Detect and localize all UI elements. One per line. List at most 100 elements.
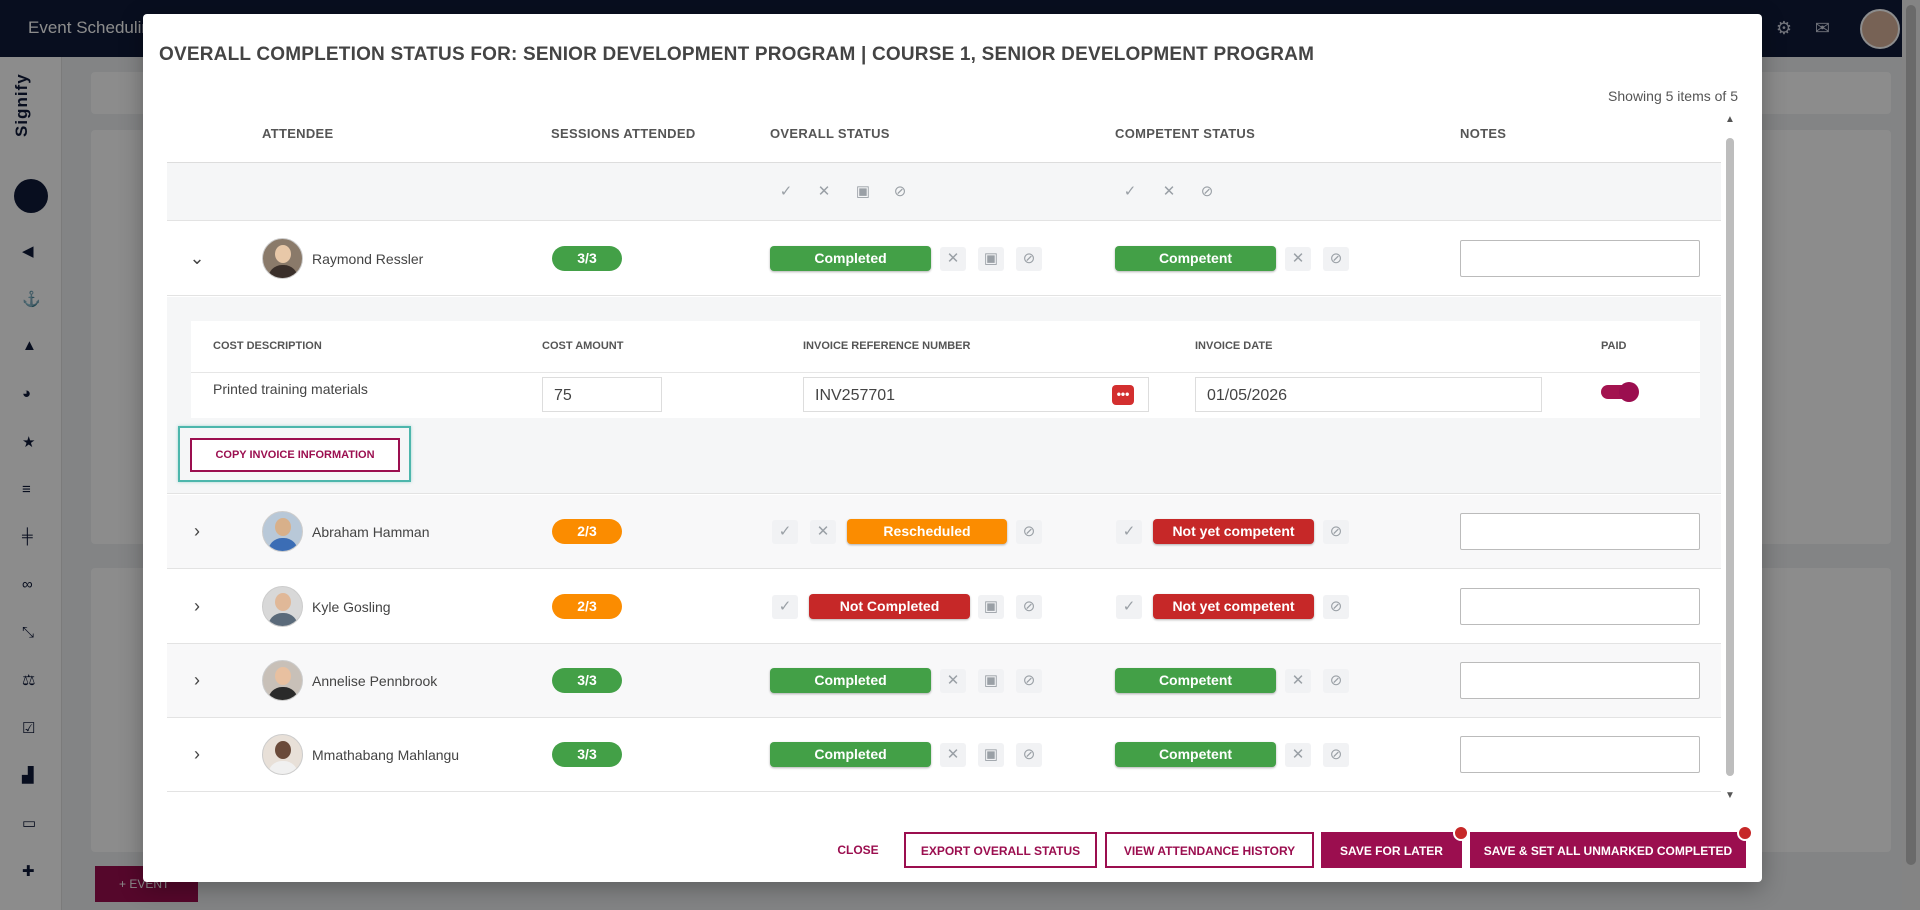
overall-status-badge[interactable]: Not Completed <box>809 594 970 619</box>
competent-status-badge[interactable]: Not yet competent <box>1153 594 1314 619</box>
completion-status-modal: OVERALL COMPLETION STATUS FOR: SENIOR DE… <box>143 14 1762 882</box>
ban-icon[interactable]: ⊘ <box>1016 520 1042 544</box>
attendee-name: Mmathabang Mahlangu <box>312 747 460 763</box>
avatar <box>262 511 303 552</box>
ban-icon[interactable]: ⊘ <box>1016 669 1042 693</box>
close-icon[interactable]: ✕ <box>815 183 833 201</box>
avatar <box>262 734 303 775</box>
modal-title: OVERALL COMPLETION STATUS FOR: SENIOR DE… <box>159 44 1315 65</box>
ban-icon[interactable]: ⊘ <box>1198 183 1216 201</box>
notes-input[interactable] <box>1460 662 1700 699</box>
items-count: Showing 5 items of 5 <box>1608 88 1738 104</box>
chevron-right-icon[interactable]: › <box>187 596 207 616</box>
export-overall-status-button[interactable]: EXPORT OVERALL STATUS <box>904 832 1097 868</box>
cost-header-paid: PAID <box>1601 340 1627 352</box>
cost-details-panel: COST DESCRIPTION COST AMOUNT INVOICE REF… <box>167 297 1721 494</box>
column-header-overall-status[interactable]: OVERALL STATUS <box>770 126 890 141</box>
save-for-later-button[interactable]: SAVE FOR LATER <box>1321 825 1469 868</box>
bulk-action-row: ✓ ✕ ▣ ⊘ ✓ ✕ ⊘ <box>167 163 1721 221</box>
attendee-name: Abraham Hamman <box>312 524 430 540</box>
cost-header-amount: COST AMOUNT <box>542 340 624 352</box>
competent-status-badge[interactable]: Competent <box>1115 742 1276 767</box>
cost-amount-input[interactable]: 75 <box>542 377 662 412</box>
calendar-check-icon[interactable]: ▣ <box>978 247 1004 271</box>
chevron-right-icon[interactable]: › <box>187 670 207 690</box>
competent-status-badge[interactable]: Competent <box>1115 246 1276 271</box>
close-icon[interactable]: ✕ <box>940 247 966 271</box>
notes-input[interactable] <box>1460 240 1700 277</box>
calendar-check-icon[interactable]: ▣ <box>854 183 872 201</box>
close-icon[interactable]: ✕ <box>1160 183 1178 201</box>
column-header-attendee[interactable]: ATTENDEE <box>262 126 334 141</box>
chevron-right-icon[interactable]: › <box>187 744 207 764</box>
ban-icon[interactable]: ⊘ <box>891 183 909 201</box>
check-icon[interactable]: ✓ <box>1116 595 1142 619</box>
table-row: › Annelise Pennbrook 3/3 Completed ✕ ▣ ⊘… <box>167 644 1721 718</box>
avatar <box>262 660 303 701</box>
ban-icon[interactable]: ⊘ <box>1323 743 1349 767</box>
sessions-badge: 3/3 <box>552 246 622 271</box>
more-options-icon[interactable]: ••• <box>1112 385 1134 405</box>
close-icon[interactable]: ✕ <box>1285 743 1311 767</box>
calendar-check-icon[interactable]: ▣ <box>978 743 1004 767</box>
calendar-check-icon[interactable]: ▣ <box>978 669 1004 693</box>
chevron-down-icon[interactable]: ⌄ <box>187 248 207 268</box>
ban-icon[interactable]: ⊘ <box>1016 595 1042 619</box>
close-icon[interactable]: ✕ <box>940 669 966 693</box>
ban-icon[interactable]: ⊘ <box>1323 669 1349 693</box>
attendee-name: Annelise Pennbrook <box>312 673 438 689</box>
grid-scrollbar[interactable]: ▲ ▼ <box>1725 114 1735 804</box>
ban-icon[interactable]: ⊘ <box>1016 743 1042 767</box>
column-header-competent-status[interactable]: COMPETENT STATUS <box>1115 126 1255 141</box>
sessions-badge: 3/3 <box>552 668 622 693</box>
notes-input[interactable] <box>1460 736 1700 773</box>
sessions-badge: 2/3 <box>552 519 622 544</box>
invoice-reference-input[interactable]: INV257701 ••• <box>803 377 1149 412</box>
check-icon[interactable]: ✓ <box>772 595 798 619</box>
ban-icon[interactable]: ⊘ <box>1323 595 1349 619</box>
scroll-up-icon[interactable]: ▲ <box>1725 114 1735 125</box>
close-button[interactable]: CLOSE <box>823 832 893 868</box>
check-icon[interactable]: ✓ <box>1116 520 1142 544</box>
check-icon[interactable]: ✓ <box>1121 183 1139 201</box>
invoice-date-input[interactable]: 01/05/2026 <box>1195 377 1542 412</box>
ban-icon[interactable]: ⊘ <box>1323 520 1349 544</box>
table-row: › Abraham Hamman 2/3 ✓ ✕ Rescheduled ⊘ ✓… <box>167 495 1721 569</box>
notes-input[interactable] <box>1460 513 1700 550</box>
cost-header-invoice-ref: INVOICE REFERENCE NUMBER <box>803 340 971 352</box>
sessions-badge: 3/3 <box>552 742 622 767</box>
calendar-check-icon[interactable]: ▣ <box>978 595 1004 619</box>
table-row: ⌄ Raymond Ressler 3/3 Completed ✕ ▣ ⊘ Co… <box>167 222 1721 296</box>
ban-icon[interactable]: ⊘ <box>1323 247 1349 271</box>
cost-table: COST DESCRIPTION COST AMOUNT INVOICE REF… <box>191 321 1700 418</box>
close-icon[interactable]: ✕ <box>1285 247 1311 271</box>
cost-header-description: COST DESCRIPTION <box>213 340 322 352</box>
attendee-grid: ATTENDEE SESSIONS ATTENDED OVERALL STATU… <box>167 106 1721 794</box>
column-header-sessions[interactable]: SESSIONS ATTENDED <box>551 126 696 141</box>
close-icon[interactable]: ✕ <box>1285 669 1311 693</box>
save-set-all-completed-button[interactable]: SAVE & SET ALL UNMARKED COMPLETED <box>1470 825 1753 868</box>
overall-status-badge[interactable]: Completed <box>770 668 931 693</box>
cost-header-invoice-date: INVOICE DATE <box>1195 340 1273 352</box>
close-icon[interactable]: ✕ <box>810 520 836 544</box>
attendee-name: Raymond Ressler <box>312 251 424 267</box>
paid-toggle[interactable] <box>1601 382 1639 402</box>
notification-dot <box>1453 825 1469 841</box>
notes-input[interactable] <box>1460 588 1700 625</box>
check-icon[interactable]: ✓ <box>777 183 795 201</box>
attendee-name: Kyle Gosling <box>312 599 391 615</box>
close-icon[interactable]: ✕ <box>940 743 966 767</box>
ban-icon[interactable]: ⊘ <box>1016 247 1042 271</box>
scroll-down-icon[interactable]: ▼ <box>1725 790 1735 801</box>
copy-invoice-button[interactable]: COPY INVOICE INFORMATION <box>190 438 400 472</box>
overall-status-badge[interactable]: Rescheduled <box>847 519 1007 544</box>
chevron-right-icon[interactable]: › <box>187 521 207 541</box>
check-icon[interactable]: ✓ <box>772 520 798 544</box>
view-attendance-history-button[interactable]: VIEW ATTENDANCE HISTORY <box>1105 832 1314 868</box>
overall-status-badge[interactable]: Completed <box>770 742 931 767</box>
competent-status-badge[interactable]: Not yet competent <box>1153 519 1314 544</box>
overall-status-badge[interactable]: Completed <box>770 246 931 271</box>
column-header-notes[interactable]: NOTES <box>1460 126 1506 141</box>
competent-status-badge[interactable]: Competent <box>1115 668 1276 693</box>
cost-description: Printed training materials <box>213 381 368 397</box>
